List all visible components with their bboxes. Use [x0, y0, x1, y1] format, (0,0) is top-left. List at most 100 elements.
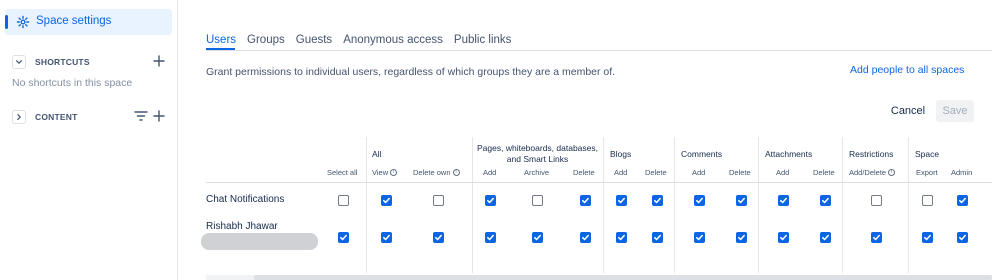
- check-icon: [737, 197, 745, 203]
- checkbox-comments-add[interactable]: [693, 231, 705, 243]
- tab-anonymous-access[interactable]: Anonymous access: [343, 33, 443, 51]
- checkbox-select-all[interactable]: [337, 231, 349, 243]
- table-header-divider: [206, 182, 992, 183]
- check-icon: [486, 234, 494, 240]
- checkbox-space-export[interactable]: [921, 231, 933, 243]
- checkbox-comments-add[interactable]: [693, 194, 705, 206]
- check-icon: [339, 234, 347, 240]
- checkbox-attachments-add[interactable]: [777, 194, 789, 206]
- checkbox-view[interactable]: [380, 194, 392, 206]
- col-space-export: Export: [916, 168, 938, 177]
- add-people-to-all-spaces-link[interactable]: Add people to all spaces: [850, 64, 964, 76]
- checkbox-space-export[interactable]: [921, 194, 933, 206]
- tabs-divider: [206, 50, 992, 51]
- check-icon: [486, 197, 494, 203]
- checkbox-pages-add[interactable]: [484, 231, 496, 243]
- user-name: Rishabh Jhawar: [206, 221, 278, 232]
- checkbox-view[interactable]: [380, 231, 392, 243]
- checkbox-pages-archive[interactable]: [531, 231, 543, 243]
- column-divider: [674, 137, 675, 273]
- sidebar: Space settings SHORTCUTS No shortcuts in…: [0, 0, 178, 280]
- checkbox-select-all[interactable]: [337, 194, 349, 206]
- chevron-right-icon[interactable]: [12, 110, 26, 124]
- checkbox-comments-delete[interactable]: [735, 194, 747, 206]
- check-icon: [779, 234, 787, 240]
- group-header-restrictions: Restrictions: [849, 149, 894, 159]
- cancel-button[interactable]: Cancel: [885, 100, 931, 122]
- checkbox-pages-archive[interactable]: [531, 194, 543, 206]
- column-divider: [758, 137, 759, 273]
- column-divider: [603, 137, 604, 273]
- content-label: CONTENT: [35, 112, 78, 122]
- group-header-attachments: Attachments: [765, 149, 813, 159]
- page-description: Grant permissions to individual users, r…: [206, 66, 616, 78]
- check-icon: [695, 234, 703, 240]
- group-header-comments: Comments: [681, 149, 723, 159]
- add-shortcut-icon[interactable]: [152, 54, 166, 68]
- tab-groups[interactable]: Groups: [247, 33, 285, 51]
- check-icon: [872, 234, 880, 240]
- check-icon: [434, 234, 442, 240]
- check-icon: [653, 234, 661, 240]
- check-icon: [779, 197, 787, 203]
- checkbox-blogs-add[interactable]: [615, 194, 627, 206]
- tab-public-links[interactable]: Public links: [454, 33, 512, 51]
- tab-guests[interactable]: Guests: [296, 33, 332, 51]
- horizontal-scrollbar[interactable]: [206, 275, 992, 280]
- permission-tabs: Users Groups Guests Anonymous access Pub…: [206, 33, 511, 51]
- info-icon[interactable]: i: [888, 169, 896, 176]
- info-icon[interactable]: i: [390, 169, 398, 176]
- checkbox-space-admin[interactable]: [956, 194, 968, 206]
- checkbox-pages-delete[interactable]: [579, 231, 591, 243]
- col-restrictions-add-delete: Add/Delete i: [849, 168, 896, 177]
- check-icon: [617, 234, 625, 240]
- col-select-all: Select all: [327, 168, 358, 177]
- scrollbar-thumb[interactable]: [254, 275, 992, 280]
- col-comments-delete: Delete: [729, 168, 751, 177]
- checkbox-restrictions[interactable]: [870, 231, 882, 243]
- check-icon: [617, 197, 625, 203]
- filter-icon[interactable]: [134, 110, 148, 122]
- column-divider: [366, 137, 367, 273]
- check-icon: [382, 234, 390, 240]
- col-delete-own: Delete own i: [413, 168, 460, 177]
- add-content-icon[interactable]: [152, 109, 166, 123]
- content-section: CONTENT: [12, 109, 170, 125]
- sidebar-item-space-settings[interactable]: Space settings: [5, 9, 172, 35]
- info-icon[interactable]: i: [452, 169, 460, 176]
- check-icon: [653, 197, 661, 203]
- col-pages-delete: Delete: [573, 168, 595, 177]
- checkbox-blogs-delete[interactable]: [651, 231, 663, 243]
- checkbox-comments-delete[interactable]: [735, 231, 747, 243]
- checkbox-space-admin[interactable]: [956, 231, 968, 243]
- check-icon: [821, 197, 829, 203]
- checkbox-restrictions[interactable]: [870, 194, 882, 206]
- check-icon: [382, 197, 390, 203]
- shortcuts-label: SHORTCUTS: [35, 57, 90, 67]
- checkbox-delete-own[interactable]: [432, 194, 444, 206]
- checkbox-blogs-delete[interactable]: [651, 194, 663, 206]
- column-divider: [842, 137, 843, 273]
- checkbox-delete-own[interactable]: [432, 231, 444, 243]
- checkbox-pages-delete[interactable]: [579, 194, 591, 206]
- checkbox-attachments-delete[interactable]: [819, 194, 831, 206]
- checkbox-blogs-add[interactable]: [615, 231, 627, 243]
- save-button[interactable]: Save: [936, 100, 974, 122]
- check-icon: [737, 234, 745, 240]
- col-pages-archive: Archive: [524, 168, 550, 177]
- checkbox-pages-add[interactable]: [484, 194, 496, 206]
- chevron-down-icon[interactable]: [12, 55, 26, 69]
- col-blogs-add: Add: [614, 168, 628, 177]
- check-icon: [958, 197, 966, 203]
- user-name: Chat Notifications: [206, 194, 285, 205]
- shortcuts-section: SHORTCUTS: [12, 54, 170, 70]
- checkbox-attachments-delete[interactable]: [819, 231, 831, 243]
- check-icon: [695, 197, 703, 203]
- col-comments-add: Add: [692, 168, 706, 177]
- checkbox-attachments-add[interactable]: [777, 231, 789, 243]
- col-space-admin: Admin: [951, 168, 973, 177]
- check-icon: [533, 234, 541, 240]
- check-icon: [581, 234, 589, 240]
- shortcuts-empty-message: No shortcuts in this space: [12, 77, 133, 89]
- col-attachments-add: Add: [776, 168, 790, 177]
